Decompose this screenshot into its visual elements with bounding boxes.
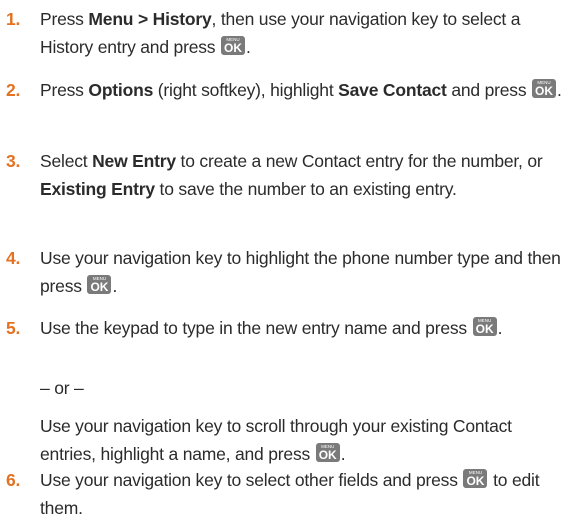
new-entry-label: New Entry: [92, 151, 176, 171]
step-text: Use the keypad to type in the new entry …: [40, 317, 503, 338]
step-text: Press Menu > History, then use your navi…: [40, 9, 521, 57]
step-5-alternative: Use your navigation key to scroll throug…: [40, 416, 512, 464]
step-number: 4.: [6, 248, 21, 268]
step-number: 1.: [6, 9, 21, 29]
step-number: 6.: [6, 470, 21, 490]
menu-ok-key-icon: MENU OK: [87, 275, 112, 294]
menu-ok-key-icon: MENU OK: [532, 79, 557, 98]
step-5: 5. Use the keypad to type in the new ent…: [0, 314, 569, 342]
step-text: Press Options (right softkey), highlight…: [40, 79, 562, 100]
step-number: 2.: [6, 80, 21, 100]
menu-path: Menu > History: [88, 9, 212, 29]
step-number: 3.: [6, 151, 21, 171]
step-6: 6. Use your navigation key to select oth…: [0, 466, 569, 522]
step-2: 2. Press Options (right softkey), highli…: [0, 76, 569, 104]
step-text: Use your navigation key to highlight the…: [40, 248, 561, 296]
instruction-list: 1. Press Menu > History, then use your n…: [0, 0, 575, 519]
step-4: 4. Use your navigation key to highlight …: [0, 244, 569, 300]
or-separator: – or –: [40, 378, 84, 398]
menu-ok-key-icon: MENU OK: [315, 443, 340, 462]
step-1: 1. Press Menu > History, then use your n…: [0, 5, 569, 61]
step-3: 3. Select New Entry to create a new Cont…: [0, 147, 569, 203]
existing-entry-label: Existing Entry: [40, 179, 155, 199]
step-text: Select New Entry to create a new Contact…: [40, 151, 543, 199]
step-text: Use your navigation key to select other …: [40, 469, 540, 518]
save-contact-label: Save Contact: [338, 80, 447, 100]
menu-ok-key-icon: MENU OK: [472, 317, 497, 336]
options-label: Options: [88, 80, 154, 100]
menu-ok-key-icon: MENU OK: [463, 469, 488, 488]
step-number: 5.: [6, 318, 21, 338]
menu-ok-key-icon: MENU OK: [221, 36, 245, 55]
